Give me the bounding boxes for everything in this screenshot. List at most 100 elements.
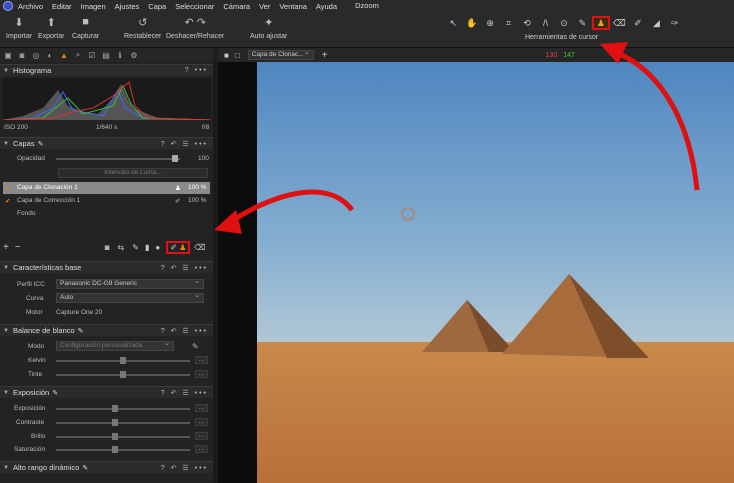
add-layer-icon[interactable]: + xyxy=(3,242,9,253)
crop-icon[interactable]: ⌗ xyxy=(499,16,517,30)
capture-tab-icon[interactable]: ◙ xyxy=(17,50,27,60)
menu-seleccionar[interactable]: Seleccionar xyxy=(175,2,214,11)
lens-tab-icon[interactable]: ◎ xyxy=(31,50,41,60)
saturation-slider[interactable] xyxy=(56,446,190,453)
zoom-icon[interactable]: ⊕ xyxy=(481,16,499,30)
brightness-knob[interactable] xyxy=(112,433,118,440)
section-tools-icon[interactable]: ? ↶ ☰ ••• xyxy=(161,389,208,397)
eyedropper-icon[interactable]: ✎ xyxy=(52,389,58,397)
tint-value-field[interactable]: … xyxy=(195,370,208,378)
brush-highlight-icon[interactable]: ✐ ♟ xyxy=(166,240,191,254)
tint-knob[interactable] xyxy=(120,371,126,378)
icc-profile-select[interactable]: Panasonic DC-G9 Generic xyxy=(56,278,204,289)
opacity-slider[interactable] xyxy=(56,155,180,162)
menu-ver[interactable]: Ver xyxy=(259,2,270,11)
layer-select[interactable]: Capa de Clonac... xyxy=(247,49,314,60)
settings-tab-icon[interactable]: ⚙ xyxy=(129,50,139,60)
eraser-icon[interactable]: ⌫ xyxy=(194,243,205,252)
undo-redo-button[interactable]: ↶ ↷ Deshacer/Rehacer xyxy=(166,15,224,41)
picker-icon[interactable]: ✎ xyxy=(192,342,199,351)
menu-ayuda[interactable]: Ayuda xyxy=(316,2,337,11)
contrast-value-field[interactable]: … xyxy=(195,418,208,426)
gradient-icon[interactable]: ◢ xyxy=(647,16,665,30)
layers-header[interactable]: ▼ Capas ✎ ? ↶ ☰ ••• xyxy=(0,137,213,149)
section-tools-icon[interactable]: ? ••• xyxy=(185,67,208,74)
opacity-knob[interactable] xyxy=(172,155,178,162)
contrast-knob[interactable] xyxy=(112,419,118,426)
check-icon[interactable]: ✔ xyxy=(5,184,10,192)
section-tools-icon[interactable]: ? ↶ ☰ ••• xyxy=(161,327,208,335)
exposure-slider[interactable] xyxy=(56,405,190,412)
menu-ventana[interactable]: Ventana xyxy=(279,2,307,11)
capture-button[interactable]: ■ Capturar xyxy=(72,15,99,40)
eraser-icon[interactable]: ⌫ xyxy=(610,16,628,30)
section-tools-icon[interactable]: ? ↶ ☰ ••• xyxy=(161,264,208,272)
reset-button[interactable]: ↺ Restablecer xyxy=(124,15,161,41)
contrast-slider[interactable] xyxy=(56,419,190,426)
layer-name[interactable]: Capa de Corrección 1 xyxy=(17,197,80,204)
keystone-icon[interactable]: /\ xyxy=(536,16,554,30)
menu-ajustes[interactable]: Ajustes xyxy=(115,2,140,11)
import-button[interactable]: ⬇ Importar xyxy=(6,15,32,41)
layers-tab-icon[interactable]: ▲ xyxy=(59,50,69,60)
mask-icon[interactable]: ◙ xyxy=(105,243,110,252)
opacity-value[interactable]: 100 xyxy=(198,155,209,162)
exposure-header[interactable]: ▼ Exposición ✎ ? ↶ ☰ ••• xyxy=(0,386,213,398)
pan-hand-icon[interactable]: ✋ xyxy=(462,16,480,30)
gradient-mask-icon[interactable]: ▮ xyxy=(145,243,149,252)
auto-adjust-button[interactable]: ✦ Auto ajustar xyxy=(250,15,287,41)
eyedropper-icon[interactable]: ✎ xyxy=(82,464,88,472)
photo-canvas[interactable] xyxy=(257,62,734,483)
brightness-slider[interactable] xyxy=(56,433,190,440)
layer-name[interactable]: Capa de Clonación 1 xyxy=(17,184,78,191)
swap-icon[interactable]: ⇆ xyxy=(118,243,125,252)
menu-imagen[interactable]: Imagen xyxy=(81,2,106,11)
brush-icon[interactable]: ✐ xyxy=(629,16,647,30)
curve-select[interactable]: Auto xyxy=(56,292,204,303)
wb-mode-select[interactable]: Configuración personalizada xyxy=(56,340,174,351)
spot-icon[interactable]: ⊙ xyxy=(555,16,573,30)
clone-stamp-icon[interactable]: ♟ xyxy=(591,16,611,30)
tint-slider[interactable] xyxy=(56,371,190,378)
kelvin-knob[interactable] xyxy=(120,357,126,364)
add-icon[interactable]: + xyxy=(322,50,328,61)
export-button[interactable]: ⬆ Exportar xyxy=(38,15,64,41)
eyedropper-icon[interactable]: ✎ xyxy=(78,327,84,335)
info-tab-icon[interactable]: ℹ xyxy=(115,50,125,60)
metadata-tab-icon[interactable]: ☑ xyxy=(87,50,97,60)
section-tools-icon[interactable]: ? ↶ ☰ ••• xyxy=(161,464,208,472)
kelvin-slider[interactable] xyxy=(56,357,190,364)
layer-name[interactable]: Fondo xyxy=(17,210,35,217)
radial-mask-icon[interactable]: ● xyxy=(155,243,160,252)
menu-capa[interactable]: Capa xyxy=(148,2,166,11)
select-pointer-icon[interactable]: ↖ xyxy=(444,16,462,30)
saturation-value-field[interactable]: … xyxy=(195,445,208,453)
single-view-icon[interactable]: ■ xyxy=(224,51,229,60)
section-tools-icon[interactable]: ? ↶ ☰ ••• xyxy=(161,140,208,148)
rotate-icon[interactable]: ⟲ xyxy=(518,16,536,30)
hdr-header[interactable]: ▼ Alto rango dinámico ✎ ? ↶ ☰ ••• xyxy=(0,461,213,473)
menu-archivo[interactable]: Archivo xyxy=(18,2,43,11)
base-characteristics-header[interactable]: ▼ Características base ? ↶ ☰ ••• xyxy=(0,261,213,273)
kelvin-value-field[interactable]: … xyxy=(195,356,208,364)
multi-view-icon[interactable]: □ xyxy=(235,51,240,60)
eyedropper-icon[interactable]: ✎ xyxy=(38,140,44,148)
exposure-value-field[interactable]: … xyxy=(195,404,208,412)
exposure-knob[interactable] xyxy=(112,405,118,412)
remove-layer-icon[interactable]: − xyxy=(15,242,21,253)
details-tab-icon[interactable]: ⌕ xyxy=(73,50,83,60)
luma-range-button[interactable]: Intervalo de Luma... xyxy=(58,168,208,178)
output-tab-icon[interactable]: ▤ xyxy=(101,50,111,60)
panel-scrollbar[interactable] xyxy=(213,62,218,483)
menu-editar[interactable]: Editar xyxy=(52,2,72,11)
histogram-header[interactable]: ▼ Histograma ? ••• xyxy=(0,64,213,76)
brightness-value-field[interactable]: … xyxy=(195,432,208,440)
library-tab-icon[interactable]: ▣ xyxy=(3,50,13,60)
picker-icon[interactable]: ✎ xyxy=(573,16,591,30)
color-tab-icon[interactable]: ◐ xyxy=(45,50,55,60)
saturation-knob[interactable] xyxy=(112,446,118,453)
check-icon[interactable]: ✔ xyxy=(5,197,10,205)
picker-icon[interactable]: ✎ xyxy=(132,243,139,252)
eraser-brush-icon[interactable]: ✑ xyxy=(666,16,684,30)
white-balance-header[interactable]: ▼ Balance de blanco ✎ ? ↶ ☰ ••• xyxy=(0,324,213,336)
